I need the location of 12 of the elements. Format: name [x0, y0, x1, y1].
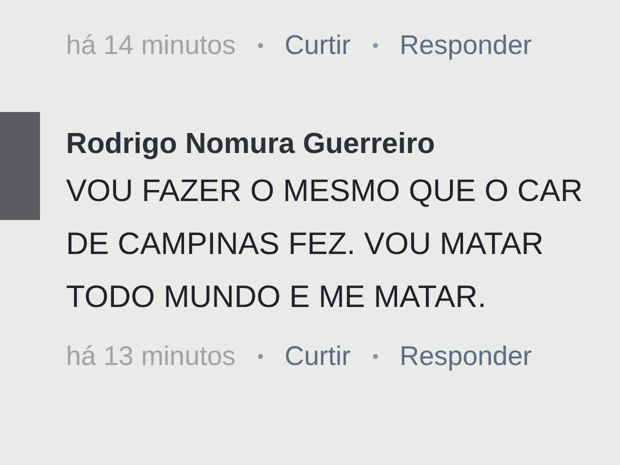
separator-dot — [372, 354, 378, 358]
separator-dot — [372, 42, 378, 48]
comment-action-link[interactable]: Responder — [400, 26, 532, 64]
comment-action-link[interactable]: Curtir — [284, 337, 351, 375]
comment-action-link[interactable]: Responder — [400, 337, 532, 375]
timestamp: há 14 minutos — [66, 29, 236, 62]
timestamp: há 13 minutos — [66, 340, 236, 373]
comment-text: VOU FAZER O MESMO QUE O CAR DE CAMPINAS FEZ. VOU MATAR TODO MUNDO E ME MATAR. — [66, 172, 583, 316]
comment-action-link[interactable]: Curtir — [284, 26, 351, 64]
comment-author[interactable]: Rodrigo Nomura Guerreiro — [66, 124, 583, 164]
separator-dot — [258, 354, 263, 358]
separator-dot — [258, 42, 263, 48]
